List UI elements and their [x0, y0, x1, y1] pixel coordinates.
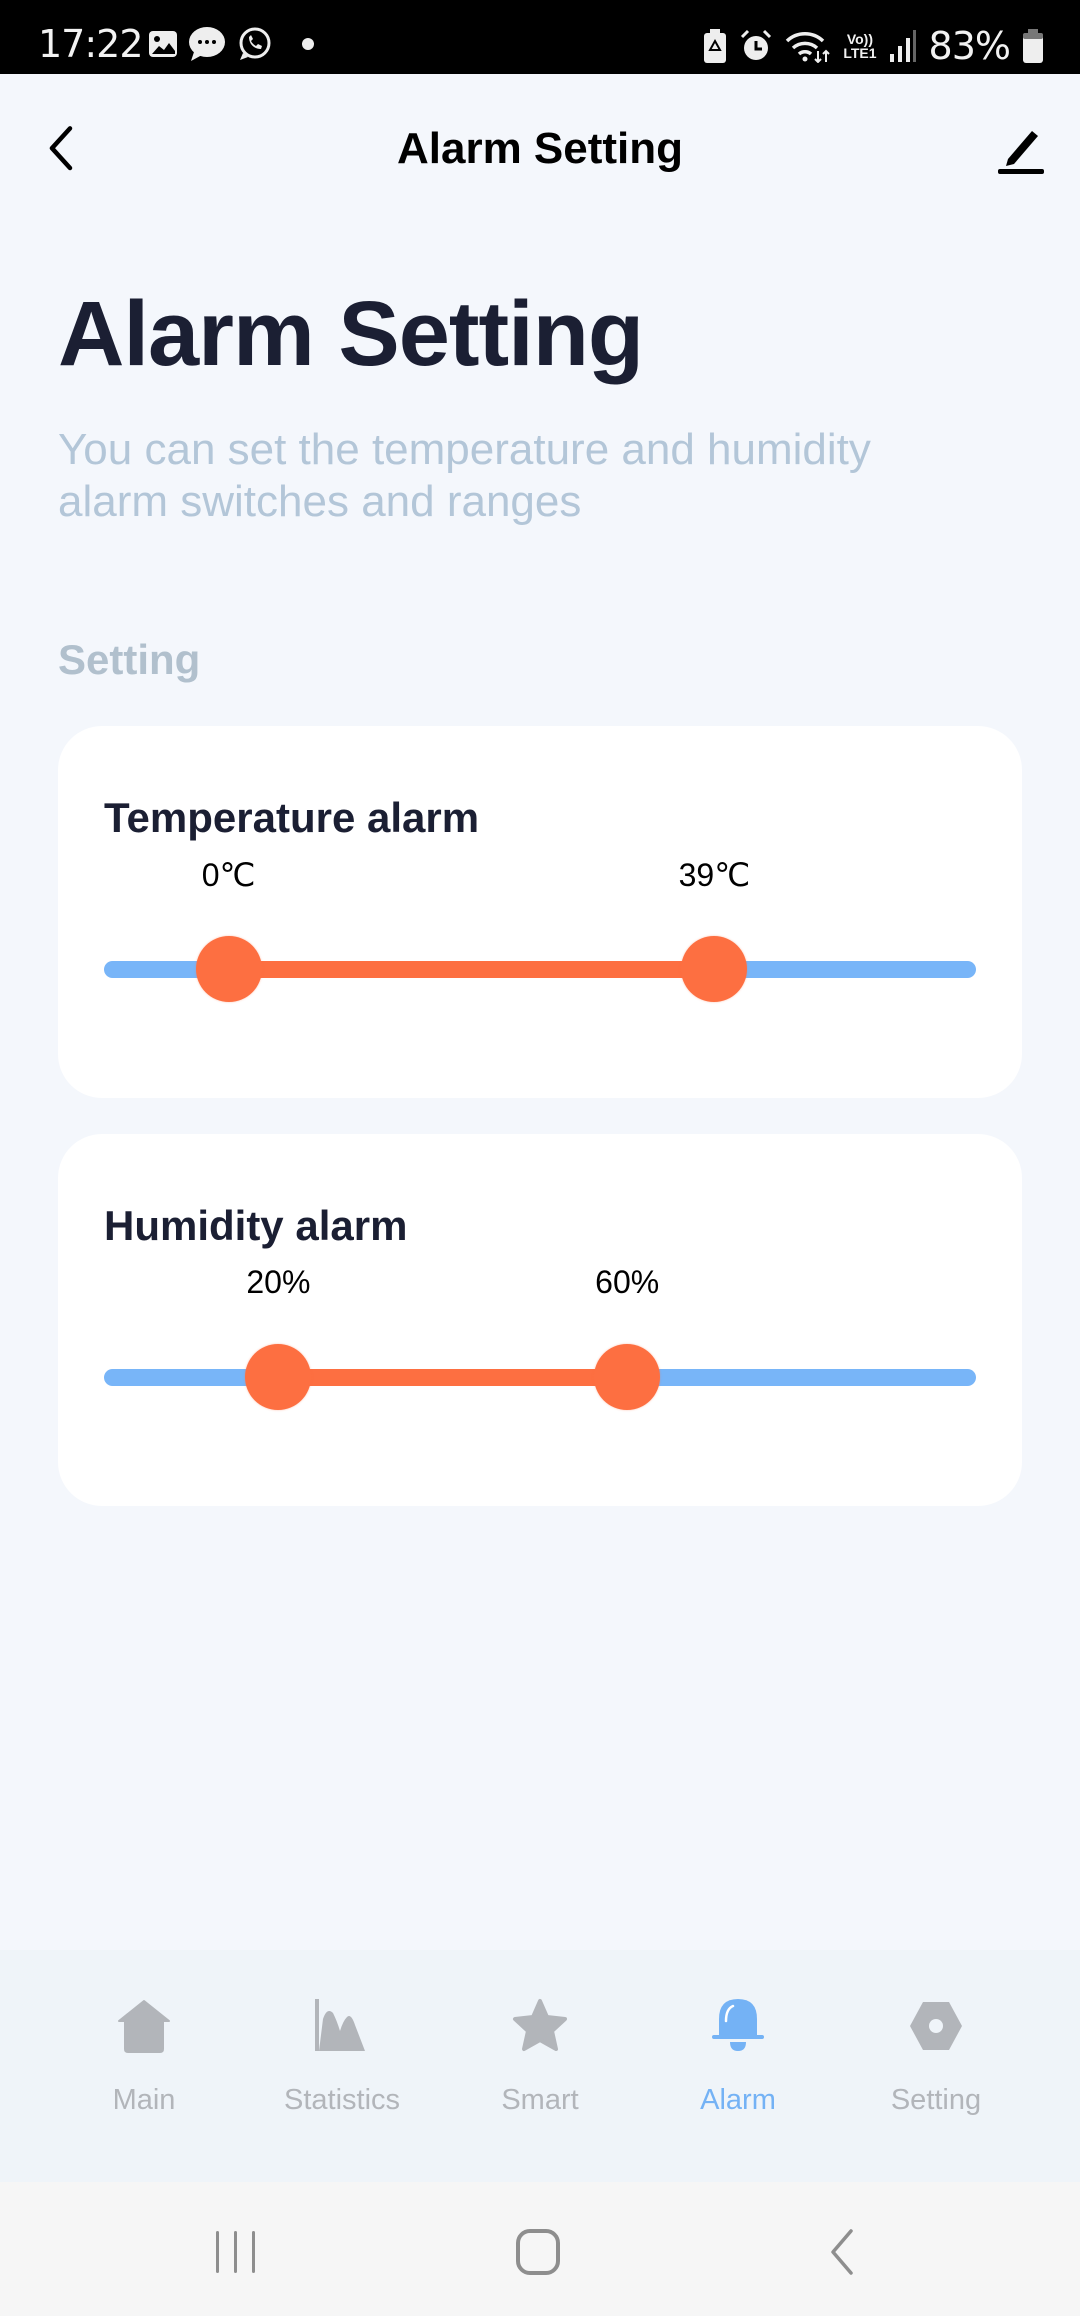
humidity-low-value: 20% [246, 1264, 311, 1300]
notification-icons [148, 26, 314, 62]
whatsapp-icon [239, 27, 271, 60]
recent-apps-icon [216, 2231, 255, 2273]
wifi-icon [786, 32, 831, 63]
system-navigation-bar [0, 2182, 1080, 2316]
humidity-low-thumb[interactable] [245, 1344, 312, 1410]
edit-button[interactable] [990, 119, 1050, 179]
battery-percent: 83% [928, 24, 1011, 68]
status-bar: 17:22 Vo)) LTE1 83% [0, 0, 1080, 74]
tab-label: Setting [890, 2084, 982, 2116]
temperature-low-value: 0℃ [201, 857, 256, 893]
tab-setting[interactable]: Setting [837, 1950, 1035, 2182]
battery-icon [1023, 29, 1043, 63]
app-header: Alarm Setting [0, 74, 1080, 234]
temperature-high-thumb[interactable] [681, 936, 748, 1002]
humidity-high-value: 60% [595, 1264, 660, 1300]
section-label-setting: Setting [58, 636, 201, 683]
humidity-alarm-card: Humidity alarm 20% 60% [58, 1134, 1022, 1506]
back-icon [831, 2229, 853, 2275]
signal-icon [889, 30, 916, 62]
humidity-alarm-title: Humidity alarm [104, 1202, 408, 1249]
home-button-icon [516, 2229, 560, 2275]
page-description: You can set the temperature and humidity… [58, 425, 871, 526]
temperature-alarm-card: Temperature alarm 0℃ 39℃ [58, 726, 1022, 1098]
temperature-range-slider[interactable]: 0℃ 39℃ [104, 857, 976, 1026]
home-button[interactable] [498, 2222, 578, 2282]
star-icon [513, 1999, 567, 2051]
slider-selected-range [228, 961, 715, 978]
humidity-high-thumb[interactable] [594, 1344, 661, 1410]
humidity-range-slider[interactable]: 20% 60% [104, 1264, 976, 1434]
recent-apps-button[interactable] [196, 2222, 276, 2282]
gallery-icon [149, 31, 177, 57]
tab-smart[interactable]: Smart [441, 1950, 639, 2182]
bottom-tab-bar: Main Statistics Smart Alarm Setting [0, 1950, 1080, 2182]
temperature-alarm-title: Temperature alarm [104, 794, 480, 841]
messages-icon [189, 27, 225, 61]
home-icon [118, 2000, 170, 2053]
notification-dot-icon [302, 38, 314, 50]
slider-selected-range [278, 1369, 628, 1386]
tab-label: Main [112, 2084, 176, 2116]
hexagon-settings-icon [910, 2002, 962, 2050]
system-back-button[interactable] [802, 2222, 882, 2282]
tab-label: Statistics [283, 2084, 401, 2116]
alarm-clock-icon [741, 29, 772, 60]
volte-icon: Vo)) LTE1 [843, 31, 877, 61]
tab-label: Smart [501, 2084, 579, 2116]
tab-statistics[interactable]: Statistics [243, 1950, 441, 2182]
tab-label: Alarm [700, 2084, 776, 2116]
status-time: 17:22 [38, 22, 144, 66]
pencil-icon [998, 131, 1044, 174]
tab-main[interactable]: Main [45, 1950, 243, 2182]
temperature-high-value: 39℃ [678, 857, 751, 893]
bell-icon [712, 1999, 764, 2051]
statistics-icon [315, 1999, 365, 2051]
page-title: Alarm Setting [58, 283, 644, 385]
battery-saver-icon [704, 29, 727, 63]
tab-alarm[interactable]: Alarm [639, 1950, 837, 2182]
header-title: Alarm Setting [396, 124, 684, 173]
system-status-icons: Vo)) LTE1 83% [703, 24, 1044, 68]
temperature-low-thumb[interactable] [195, 936, 262, 1002]
